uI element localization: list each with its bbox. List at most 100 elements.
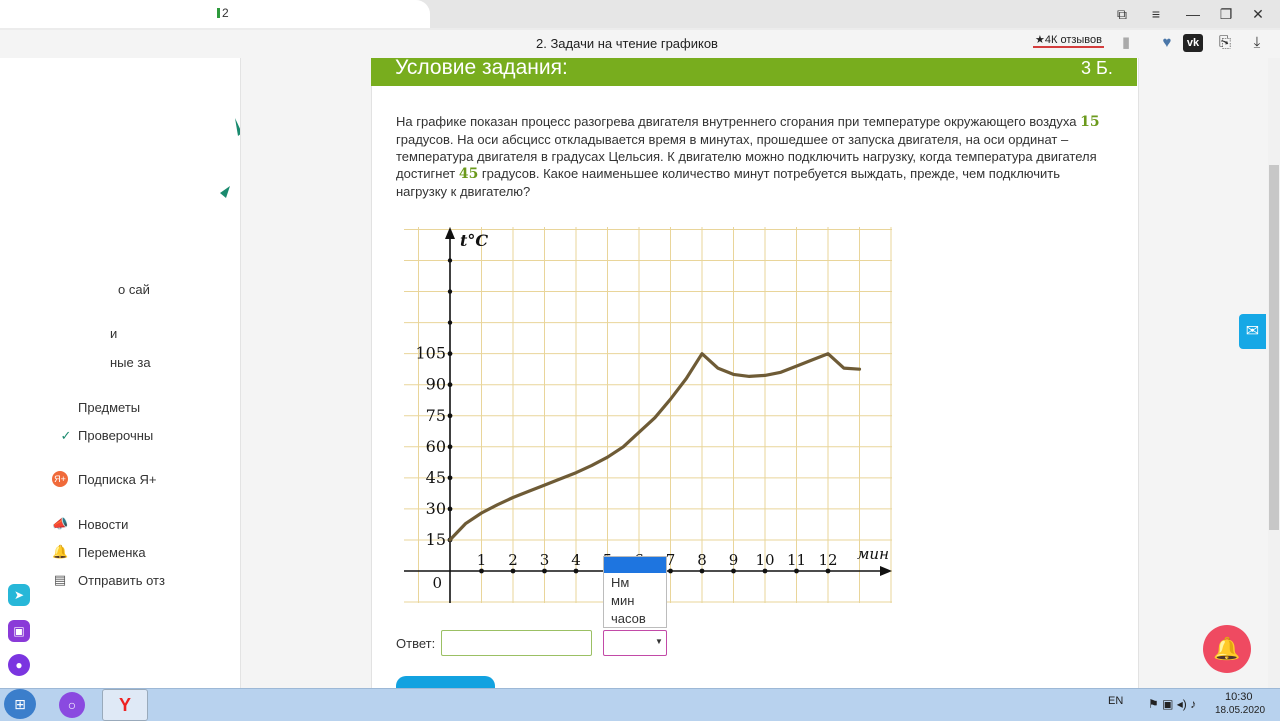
chat-icon[interactable]: ⎘ [1215,34,1235,52]
x-tick-label: 2 [508,551,518,569]
x-tick-dot [825,568,831,574]
ambient-temp-value: 15 [1080,114,1100,130]
x-tick-label: 1 [477,551,487,569]
x-tick-label: 10 [755,551,774,569]
y-tick-dot [447,444,453,450]
temperature-chart: 1234567891011121530456075901050t°Cмин [404,227,892,603]
sidebar-item-subscription[interactable]: Подписка Я+ [78,472,156,487]
subscription-icon: Я+ [52,471,68,487]
x-tick-dot [794,568,799,574]
x-tick-label: 12 [818,551,837,569]
active-tab[interactable]: 2 [0,0,430,28]
menu-icon[interactable]: ≡ [1144,5,1168,23]
x-tick-dot [731,568,736,574]
submit-button[interactable] [396,676,495,688]
x-tick-label: 7 [666,551,676,569]
tab-counter: 2 [222,6,229,20]
start-button-icon[interactable]: ⊞ [4,689,36,719]
page-title: 2. Задачи на чтение графиков [536,36,718,51]
origin-label: 0 [432,574,442,592]
alice-taskbar-icon[interactable]: ○ [52,689,92,719]
vk-icon[interactable]: vk [1183,34,1203,52]
notification-bell-icon[interactable]: 🔔 [1203,625,1251,673]
sidebar-item-subjects[interactable]: Предметы [78,400,140,415]
x-tick-label: 8 [697,551,707,569]
sidebar-item-partial[interactable]: и [110,326,117,341]
megaphone-icon: 📣 [52,516,69,531]
y-tick-dot [447,289,453,294]
x-tick-label: 4 [571,551,581,569]
answer-input[interactable] [441,630,592,656]
answer-label: Ответ: [396,636,436,651]
y-tick-label: 75 [426,406,446,425]
clock-time: 10:30 [1225,691,1253,703]
task-text: На графике показан процесс разогрева дви… [396,113,1112,200]
y-tick-dot [447,506,453,512]
mail-icon[interactable]: ✉ [1239,314,1266,349]
task-heading: Условие задания: [395,56,568,79]
close-icon[interactable]: ✕ [1246,5,1270,23]
unit-option-nm[interactable]: Нм [611,575,629,590]
x-tick-dot [668,568,673,574]
language-indicator[interactable]: EN [1108,695,1123,707]
task-text-part-3: градусов. Какое наименьшее количество ми… [396,166,1061,199]
chevron-down-icon: ▼ [655,637,663,646]
x-tick-label: 3 [540,551,550,569]
bell-icon: 🔔 [52,544,69,559]
restore-icon[interactable]: ❐ [1214,5,1238,23]
heart-icon[interactable]: ♥ [1157,34,1177,52]
minimize-icon[interactable]: — [1181,5,1205,23]
tab-favicon-icon [217,8,220,18]
sidebar-overlay [0,58,240,658]
bookmark-icon[interactable]: ▮ [1116,34,1136,52]
y-tick-dot [447,320,453,325]
sidebar-item-tests[interactable]: Проверочны [78,428,153,443]
x-tick-dot [573,568,579,574]
x-tick-dot [542,568,547,574]
store-app-icon[interactable]: ▣ [8,620,30,642]
sidebar-item-news[interactable]: Новости [78,517,128,532]
feedback-icon: ▤ [53,572,67,587]
clock-date: 18.05.2020 [1215,705,1266,716]
x-tick-dot [762,568,768,574]
y-tick-dot [447,351,453,357]
sidebar: о сай и ные за Предметы ✓ Проверочны Я+ … [0,58,241,688]
y-tick-dot [447,413,453,419]
sidebar-item-about[interactable]: о сай [118,282,150,297]
sidebar-item-feedback[interactable]: Отправить отз [78,573,165,588]
unit-dropdown-list[interactable]: Нм мин часов [603,556,667,628]
reviews-badge[interactable]: ★4К отзывов [1033,33,1104,48]
task-points: 3 Б. [1081,58,1113,78]
y-tick-dot [447,475,453,481]
send-app-icon[interactable]: ➤ [8,584,30,606]
x-tick-label: 9 [729,551,739,569]
task-text-part-1: На графике показан процесс разогрева дви… [396,114,1081,129]
x-tick-dot [479,568,484,574]
y-tick-dot [447,382,453,388]
x-axis-label: мин [857,545,889,563]
y-tick-label: 15 [426,530,446,549]
x-tick-label: 11 [787,551,806,569]
y-tick-dot [447,258,453,263]
yandex-browser-taskbar-icon[interactable]: Y [102,689,148,721]
unit-option-min[interactable]: мин [611,593,634,608]
x-tick-dot [510,568,516,574]
y-tick-label: 105 [415,344,446,363]
y-tick-label: 60 [426,437,446,456]
sidebar-item-tasks[interactable]: ные за [110,355,151,370]
x-axis-arrow [880,566,892,576]
y-tick-label: 45 [426,468,446,487]
download-icon[interactable]: ⤓ [1247,34,1267,52]
alice-app-icon[interactable]: ● [8,654,30,676]
x-tick-dot [699,568,705,574]
bookmark-manager-icon[interactable]: ⧉ [1110,5,1134,23]
unit-option-hours[interactable]: часов [611,611,646,626]
dropdown-selected-row[interactable] [604,557,666,573]
windows-taskbar [0,688,1280,721]
check-icon: ✓ [60,428,72,443]
target-temp-value: 45 [458,166,479,182]
tray-icons[interactable]: ⚑ ▣ ◂) ♪ [1148,697,1196,711]
sidebar-item-break[interactable]: Переменка [78,545,146,560]
y-tick-label: 90 [426,375,446,394]
scrollbar-thumb[interactable] [1269,165,1279,530]
